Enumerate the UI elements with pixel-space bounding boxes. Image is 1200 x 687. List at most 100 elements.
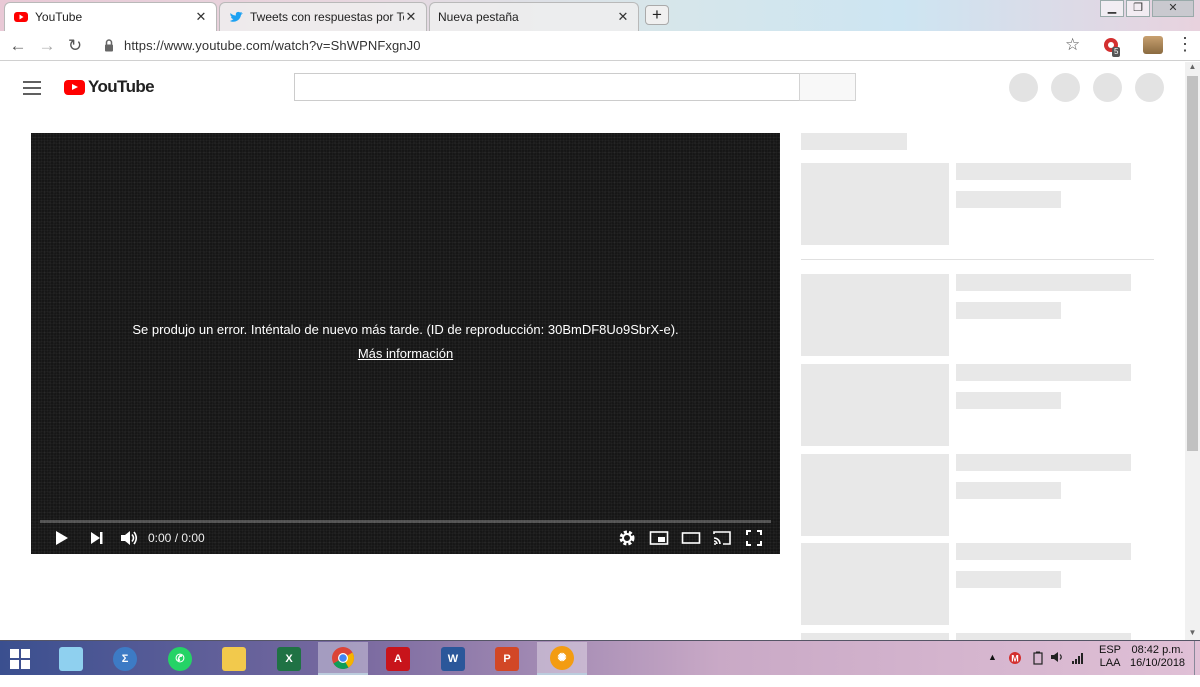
cast-icon[interactable] (712, 529, 732, 547)
forward-arrow-icon[interactable]: → (37, 36, 57, 56)
taskbar-chrome[interactable] (318, 642, 368, 675)
scroll-thumb[interactable] (1187, 76, 1198, 451)
taskbar-whatsapp[interactable]: ✆ (155, 642, 205, 675)
youtube-logo[interactable]: YouTube (64, 77, 155, 97)
extension-badge: 5 (1112, 47, 1121, 57)
search-input[interactable] (294, 73, 800, 101)
title-placeholder (956, 274, 1131, 291)
sidebar-header-placeholder (801, 133, 907, 150)
scroll-down-arrow-icon[interactable]: ▼ (1185, 628, 1200, 640)
clock-date: 16/10/2018 (1130, 657, 1186, 669)
play-icon[interactable] (53, 529, 71, 547)
maps-app-icon (59, 646, 83, 671)
tab-title: Nueva pestaña (438, 10, 519, 24)
fullscreen-icon[interactable] (745, 529, 763, 547)
title-placeholder (956, 543, 1131, 560)
meta-placeholder (956, 482, 1061, 499)
thumbnail-placeholder (801, 454, 949, 536)
tab-title: YouTube (35, 10, 83, 24)
close-window-icon[interactable]: ✕ (1152, 0, 1194, 17)
masthead-placeholder-icon[interactable] (1093, 73, 1122, 102)
tab-title: Tweets con respuestas por Team (250, 10, 404, 24)
browser-titlebar: YouTube ✕ Tweets con respuestas por Team… (0, 0, 1200, 31)
language-bottom: LAA (1099, 657, 1121, 669)
acrobat-icon: A (386, 646, 410, 671)
bookmark-star-icon[interactable]: ☆ (1065, 35, 1080, 55)
tray-overflow-icon[interactable]: ▲ (988, 652, 997, 687)
meta-placeholder (956, 191, 1061, 208)
thumbnail-placeholder (801, 364, 949, 446)
settings-gear-icon[interactable] (618, 529, 636, 547)
close-icon[interactable]: ✕ (194, 10, 208, 24)
youtube-play-logo-icon (64, 79, 85, 95)
taskbar-calculator[interactable]: Σ (100, 642, 150, 675)
back-arrow-icon[interactable]: ← (8, 36, 28, 56)
excel-icon: X (277, 646, 301, 671)
taskbar-maps[interactable] (46, 642, 96, 675)
tab-youtube[interactable]: YouTube ✕ (4, 2, 217, 31)
youtube-masthead: YouTube (0, 62, 1185, 112)
masthead-placeholder-icon[interactable] (1051, 73, 1080, 102)
divider (801, 259, 1154, 260)
close-icon[interactable]: ✕ (616, 10, 630, 24)
window-controls: ▁ ❐ ✕ (1098, 0, 1194, 17)
scroll-up-arrow-icon[interactable]: ▲ (1185, 62, 1200, 74)
youtube-favicon-icon (13, 9, 29, 25)
word-icon: W (441, 646, 465, 671)
reload-icon[interactable]: ↻ (65, 36, 85, 56)
speaker-icon[interactable] (1050, 650, 1066, 685)
tray-antivirus-icon[interactable]: M (1008, 651, 1022, 686)
tab-twitter[interactable]: Tweets con respuestas por Team ✕ (219, 2, 427, 31)
menu-dots-icon[interactable]: ⋮ (1176, 34, 1194, 54)
show-desktop-button[interactable] (1194, 641, 1200, 675)
settings-gear-icon: ✺ (550, 645, 574, 670)
windows-start-icon[interactable] (10, 649, 30, 669)
masthead-placeholder-icon[interactable] (1009, 73, 1038, 102)
title-placeholder (956, 364, 1131, 381)
progress-bar[interactable] (40, 520, 771, 523)
volume-icon[interactable] (119, 529, 139, 547)
new-tab-button[interactable]: + (645, 5, 669, 25)
folder-icon (222, 646, 246, 671)
whatsapp-icon: ✆ (168, 646, 192, 671)
taskbar-word[interactable]: W (428, 642, 478, 675)
thumbnail-placeholder (801, 543, 949, 625)
taskbar-settings[interactable]: ✺ (537, 642, 587, 675)
thumbnail-placeholder (801, 274, 949, 356)
masthead-placeholder-icon[interactable] (1135, 73, 1164, 102)
hamburger-menu-icon[interactable] (23, 81, 41, 95)
title-placeholder (956, 454, 1131, 471)
page-scrollbar[interactable]: ▲ ▼ (1185, 62, 1200, 640)
learn-more-link[interactable]: Más información (31, 346, 780, 361)
search-button[interactable] (799, 73, 856, 101)
time-display: 0:00 / 0:00 (148, 531, 205, 545)
address-bar[interactable]: https://www.youtube.com/watch?v=ShWPNFxg… (96, 34, 1090, 58)
close-icon[interactable]: ✕ (404, 10, 418, 24)
tab-new-tab[interactable]: Nueva pestaña ✕ (429, 2, 639, 31)
next-icon[interactable] (88, 529, 106, 547)
twitter-bird-icon (228, 9, 244, 25)
restore-icon[interactable]: ❐ (1126, 0, 1150, 17)
taskbar-acrobat[interactable]: A (373, 642, 423, 675)
video-player[interactable]: Se produjo un error. Inténtalo de nuevo … (31, 133, 780, 554)
calculator-sigma-icon: Σ (113, 646, 137, 671)
title-placeholder (956, 163, 1131, 180)
taskbar-file-explorer[interactable] (209, 642, 259, 675)
taskbar-powerpoint[interactable]: P (482, 642, 532, 675)
miniplayer-icon[interactable] (649, 529, 669, 547)
profile-avatar-icon[interactable] (1143, 36, 1163, 54)
minimize-icon[interactable]: ▁ (1100, 0, 1124, 17)
battery-icon[interactable] (1033, 651, 1043, 686)
url-text: https://www.youtube.com/watch?v=ShWPNFxg… (124, 38, 421, 53)
taskbar-excel[interactable]: X (264, 642, 314, 675)
network-signal-icon[interactable] (1071, 651, 1085, 686)
language-indicator[interactable]: ESP LAA (1099, 644, 1121, 679)
error-message: Se produjo un error. Inténtalo de nuevo … (132, 322, 679, 337)
clock-time: 08:42 p.m. (1131, 644, 1184, 656)
theater-mode-icon[interactable] (681, 529, 701, 547)
svg-text:M: M (1011, 654, 1019, 664)
clock[interactable]: 08:42 p.m. 16/10/2018 (1130, 644, 1185, 679)
logo-text: YouTube (88, 77, 155, 96)
chrome-icon (331, 646, 355, 670)
thumbnail-placeholder (801, 633, 949, 640)
